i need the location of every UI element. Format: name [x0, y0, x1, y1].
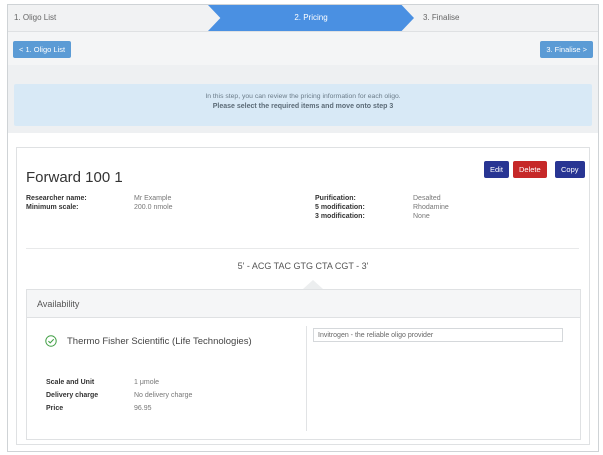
field-label: 3 modification:: [315, 213, 365, 220]
step-pricing-active[interactable]: 2. Pricing: [208, 5, 414, 31]
oligo-title: Forward 100 1: [26, 169, 123, 186]
detail-label: Delivery charge: [46, 392, 99, 399]
pricing-page: 1. Oligo List 2. Pricing 3. Finalise < 1…: [7, 4, 599, 452]
field-value: Mr Example: [134, 195, 172, 202]
field-value: 200.0 nmole: [134, 204, 173, 211]
field-label: 5 modification:: [315, 204, 365, 211]
field-value: Rhodamine: [413, 204, 449, 211]
previous-step-button[interactable]: < 1. Oligo List: [13, 41, 72, 58]
oligo-card: Forward 100 1 Edit Delete Copy Researche…: [16, 147, 590, 445]
info-instruction: Please select the required items and mov…: [212, 103, 394, 110]
check-circle-icon: [45, 335, 57, 347]
step-navigation: < 1. Oligo List 3. Finalise >: [8, 32, 598, 65]
edit-button[interactable]: Edit: [484, 161, 509, 178]
field-label: Researcher name:: [26, 195, 87, 202]
step-finalise[interactable]: 3. Finalise: [423, 5, 459, 31]
info-text: In this step, you can review the pricing…: [205, 93, 401, 100]
next-step-button[interactable]: 3. Finalise >: [540, 41, 593, 58]
oligo-sequence: 5' - ACG TAC GTG CTA CGT - 3': [237, 261, 369, 271]
info-section: In this step, you can review the pricing…: [8, 65, 598, 133]
supplier-description-field[interactable]: Invitrogen - the reliable oligo provider: [313, 328, 563, 342]
info-banner: In this step, you can review the pricing…: [14, 84, 592, 126]
field-value: Desalted: [413, 195, 441, 202]
copy-button[interactable]: Copy: [555, 161, 585, 178]
supplier-name[interactable]: Thermo Fisher Scientific (Life Technolog…: [67, 336, 252, 347]
detail-value: No delivery charge: [134, 392, 193, 399]
step-progress-bar: 1. Oligo List 2. Pricing 3. Finalise: [8, 5, 598, 32]
detail-value: 96.95: [134, 405, 152, 412]
column-divider: [306, 326, 307, 431]
availability-title: Availability: [37, 299, 80, 309]
availability-header: Availability: [27, 290, 580, 318]
availability-panel: Availability Thermo Fisher Scientific (L…: [26, 289, 581, 440]
step-oligo-list[interactable]: 1. Oligo List: [14, 5, 56, 31]
section-divider: [26, 248, 579, 249]
field-value: None: [413, 213, 430, 220]
detail-label: Price: [46, 405, 64, 412]
delete-button[interactable]: Delete: [513, 161, 547, 178]
detail-value: 1 μmole: [134, 379, 160, 386]
detail-label: Scale and Unit: [46, 379, 95, 386]
pointer-caret: [303, 280, 323, 289]
field-label: Minimum scale:: [26, 204, 79, 211]
field-label: Purification:: [315, 195, 356, 202]
